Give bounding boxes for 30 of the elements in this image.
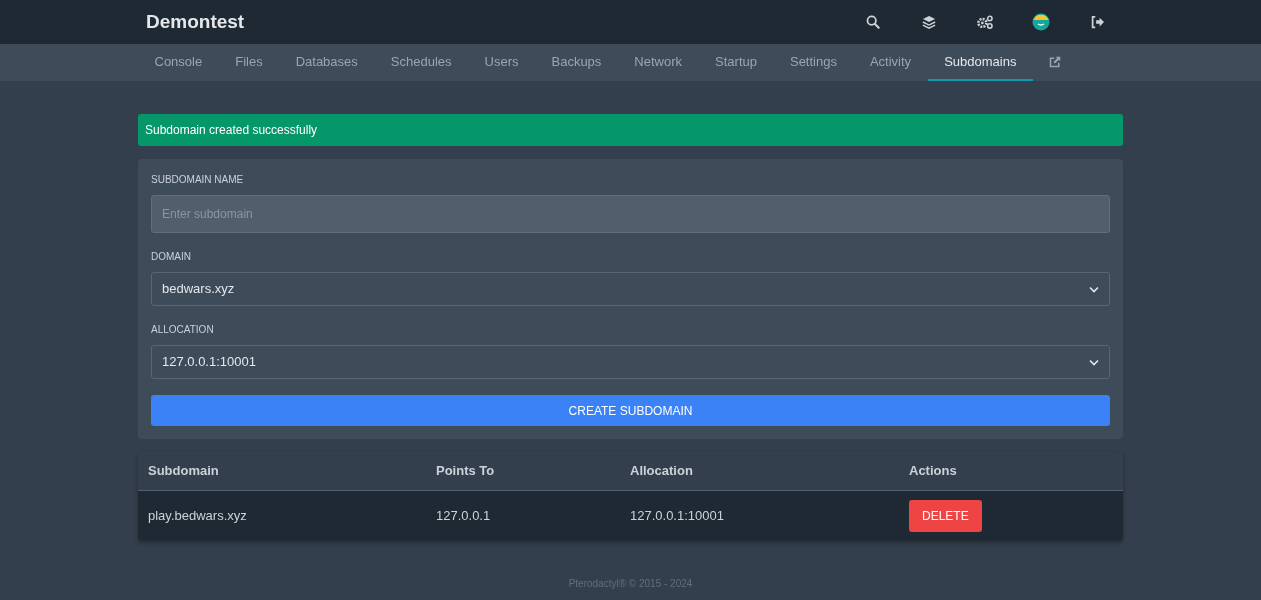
nav-tab[interactable]: Files bbox=[218, 44, 280, 81]
column-header: Points To bbox=[436, 462, 496, 481]
field-label: ALLOCATION bbox=[151, 323, 215, 337]
input-field[interactable]: Enter subdomain bbox=[151, 195, 1110, 233]
delete-button[interactable]: DELETE bbox=[909, 500, 982, 532]
column-header: Subdomain bbox=[147, 462, 220, 481]
nav-tab[interactable]: Subdomains bbox=[927, 44, 1033, 81]
table-cell-text: play.bedwars.xyz bbox=[147, 507, 248, 526]
column-header: Actions bbox=[909, 462, 957, 481]
nav-tab[interactable]: Console bbox=[138, 44, 219, 81]
nav-tab[interactable]: Backups bbox=[535, 44, 618, 81]
brand-title: Demontest bbox=[146, 9, 245, 34]
success-alert: Subdomain created successfully bbox=[138, 114, 1123, 146]
nav-tab[interactable]: Startup bbox=[698, 44, 774, 81]
nav-tab[interactable]: Settings bbox=[773, 44, 854, 81]
create-button[interactable]: CREATE SUBDOMAIN bbox=[151, 395, 1110, 426]
field-label: SUBDOMAIN NAME bbox=[151, 173, 245, 187]
select-field[interactable]: 127.0.0.1:10001 bbox=[151, 345, 1110, 379]
field-label: DOMAIN bbox=[151, 250, 192, 264]
chevron-icon bbox=[1089, 358, 1099, 366]
select-field[interactable]: bedwars.xyz bbox=[151, 272, 1110, 306]
table-cell-text: 127.0.0.1 bbox=[436, 507, 492, 526]
nav-tab[interactable]: Network bbox=[617, 44, 699, 81]
nav-tab[interactable]: Activity bbox=[853, 44, 928, 81]
chevron-icon bbox=[1089, 285, 1099, 293]
column-header: Allocation bbox=[630, 462, 694, 481]
nav-tab[interactable]: Schedules bbox=[374, 44, 469, 81]
nav-tab[interactable]: Databases bbox=[279, 44, 375, 81]
nav-tab[interactable]: Users bbox=[468, 44, 535, 81]
table-cell-text: 127.0.0.1:10001 bbox=[630, 507, 725, 526]
